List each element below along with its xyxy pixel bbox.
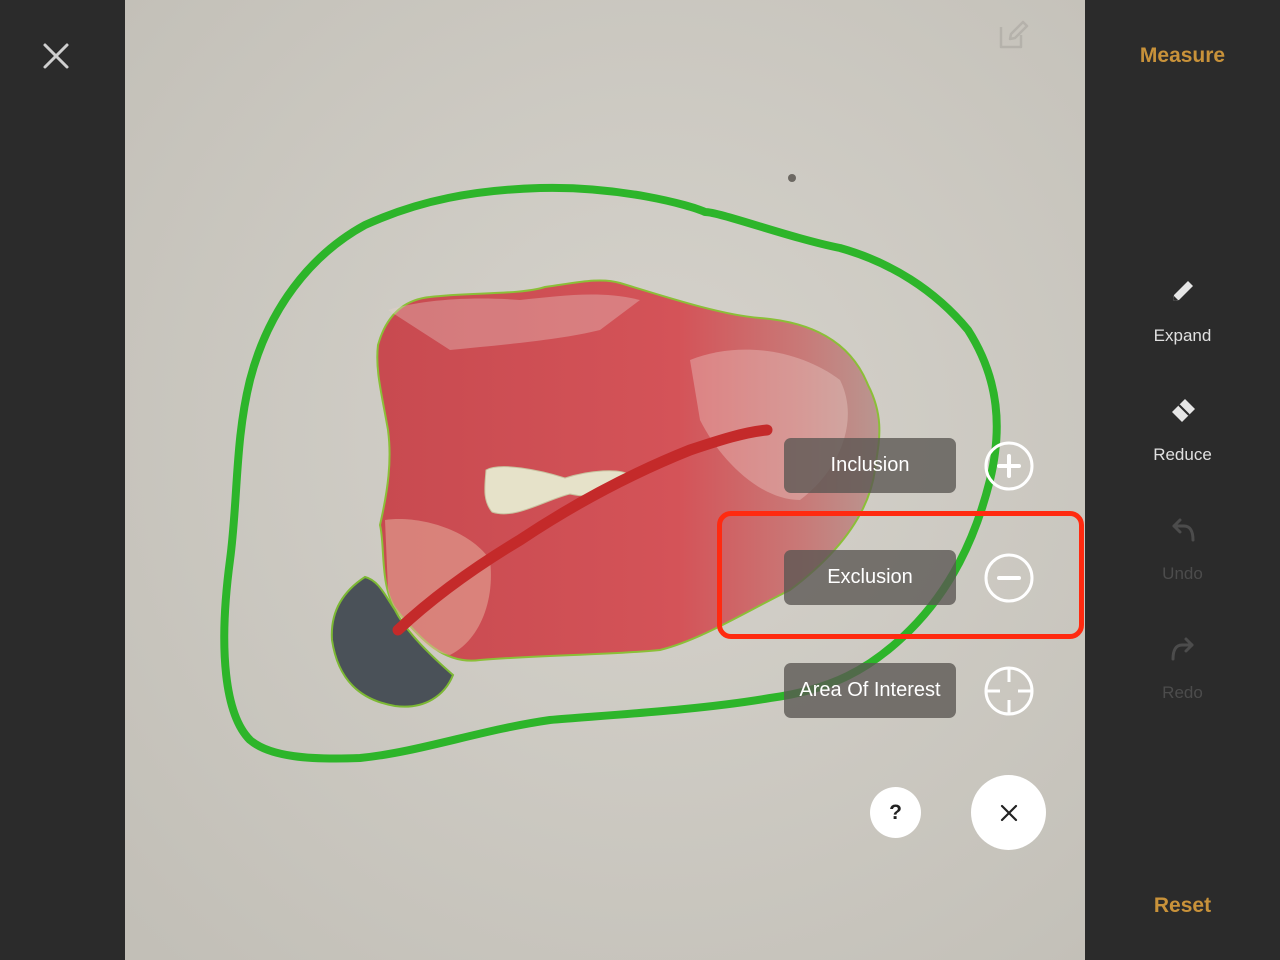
tool-label: Undo — [1162, 564, 1203, 583]
redo-tool[interactable]: Redo — [1085, 633, 1280, 703]
measure-button[interactable]: Measure — [1085, 44, 1280, 68]
tool-label: Reduce — [1153, 445, 1212, 464]
plus-circle-icon[interactable] — [983, 440, 1035, 492]
tool-label: Expand — [1153, 326, 1212, 345]
undo-tool[interactable]: Undo — [1085, 514, 1280, 584]
pencil-icon — [1172, 281, 1193, 301]
exclusion-highlight-box — [717, 511, 1084, 639]
undo-icon — [1172, 518, 1194, 542]
left-sidebar — [0, 0, 125, 960]
edit-icon[interactable] — [996, 18, 1030, 52]
close-icon — [1000, 804, 1017, 821]
close-icon[interactable] — [36, 36, 76, 76]
crosshair-icon[interactable] — [983, 665, 1035, 717]
close-menu-button[interactable] — [971, 775, 1046, 850]
eraser-icon — [1171, 399, 1195, 422]
help-button[interactable]: ? — [870, 787, 921, 838]
right-sidebar — [1085, 0, 1280, 960]
reset-button[interactable]: Reset — [1085, 894, 1280, 918]
redo-icon — [1171, 637, 1193, 661]
expand-tool[interactable]: Expand — [1085, 276, 1280, 346]
reduce-tool[interactable]: Reduce — [1085, 395, 1280, 465]
tool-label: Redo — [1162, 683, 1203, 702]
area-of-interest-mode-button[interactable]: Area Of Interest — [784, 663, 956, 718]
inclusion-mode-button[interactable]: Inclusion — [784, 438, 956, 493]
